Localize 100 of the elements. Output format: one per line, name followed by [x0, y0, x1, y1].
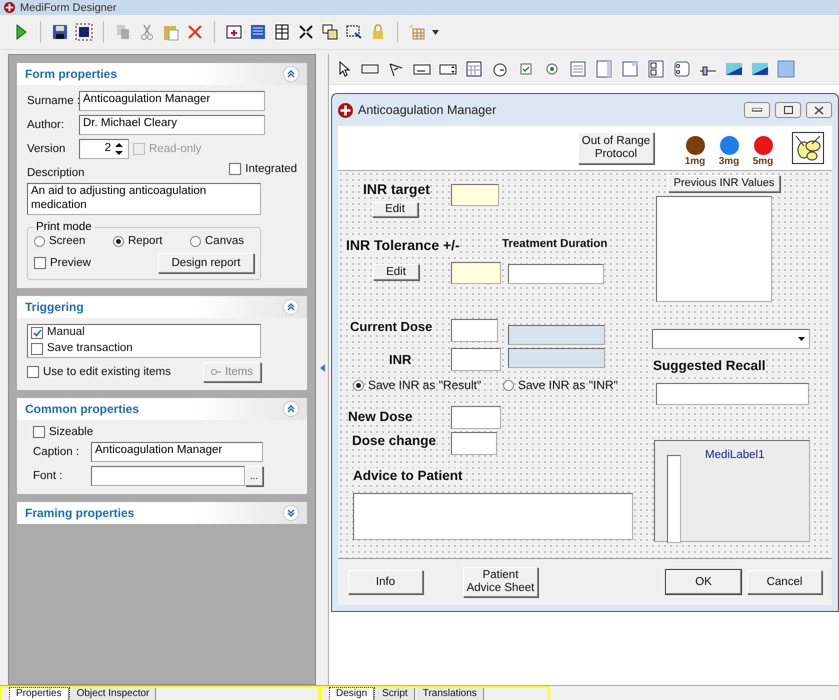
radio-button[interactable]: [353, 380, 364, 390]
windows-icon[interactable]: [321, 23, 339, 41]
table-icon[interactable]: [408, 23, 426, 41]
view-tab[interactable]: Translations: [416, 688, 484, 700]
dropdown-arrow-icon: [798, 337, 805, 341]
collapse-arrow-icon[interactable]: [320, 364, 325, 372]
dropdown-arrow-icon[interactable]: [432, 30, 439, 34]
inr-target-field[interactable]: [451, 184, 499, 206]
field-label: Version: [27, 143, 66, 155]
text-field[interactable]: [508, 348, 605, 368]
field-label: Suggested Recall: [653, 358, 766, 373]
version-spinner[interactable]: 2: [79, 139, 129, 159]
trigger-checkbox[interactable]: [31, 326, 43, 339]
checkbox-label: Integrated: [245, 163, 298, 175]
sizeable-checkbox[interactable]: [33, 426, 45, 438]
font-picker-button[interactable]: ...: [245, 466, 263, 486]
section-header[interactable]: Form properties: [17, 63, 308, 85]
memo-tool-icon[interactable]: [569, 60, 587, 78]
field-label: Caption :: [33, 446, 80, 458]
dialog-button[interactable]: Info: [348, 570, 423, 594]
list-icon[interactable]: [249, 23, 267, 41]
radio-label: Save INR as "Result": [368, 378, 482, 392]
edit-button[interactable]: Edit: [373, 264, 419, 280]
form-icon[interactable]: [225, 23, 243, 41]
minimize-icon: [752, 108, 762, 112]
field-label: Description: [27, 167, 85, 179]
collapse-icon[interactable]: [283, 401, 300, 417]
text-field[interactable]: [508, 325, 605, 345]
dialog-button[interactable]: Patient Advice Sheet: [463, 567, 538, 597]
close-icon: [814, 106, 824, 114]
panel-tab[interactable]: Properties: [10, 688, 69, 700]
surname-field[interactable]: Anticoagulation Manager: [79, 91, 265, 111]
minimize-button[interactable]: [744, 102, 770, 118]
suggested-recall-field[interactable]: [656, 383, 809, 405]
radio-button[interactable]: [34, 236, 45, 246]
section-header[interactable]: Triggering: [17, 296, 308, 318]
checkbox-label: Sizeable: [49, 426, 94, 438]
field-label: Treatment Duration: [502, 238, 608, 250]
arrow-icon: [210, 368, 221, 376]
design-report-button[interactable]: Design report: [158, 253, 254, 273]
current-dose-field[interactable]: [451, 319, 498, 342]
radio-button[interactable]: [112, 236, 124, 246]
radio-button[interactable]: [503, 380, 514, 390]
trigger-checkbox[interactable]: [31, 342, 43, 355]
field-label: Font :: [33, 470, 64, 482]
integrated-checkbox[interactable]: [229, 163, 242, 175]
collapse-icon[interactable]: [283, 66, 300, 82]
inr-field[interactable]: [451, 348, 501, 371]
form-title: Anticoagulation Manager: [358, 103, 498, 117]
collapse-icon[interactable]: [283, 299, 300, 315]
previous-inr-button[interactable]: Previous INR Values: [668, 175, 780, 192]
close-button[interactable]: [806, 102, 832, 118]
view-tab[interactable]: Design: [330, 688, 374, 700]
checkbox-label: Manual: [47, 326, 85, 340]
field-label: Current Dose: [350, 319, 432, 334]
author-field[interactable]: Dr. Michael Cleary: [79, 115, 265, 135]
section-header[interactable]: Common properties: [17, 398, 308, 420]
new-dose-field[interactable]: [451, 406, 501, 429]
panel-tool-icon[interactable]: [777, 60, 795, 78]
delete-icon[interactable]: [186, 23, 204, 41]
treatment-duration-field[interactable]: [508, 264, 604, 284]
combo-tool-icon[interactable]: [621, 60, 639, 78]
view-tab[interactable]: Script: [376, 688, 415, 700]
resize-icon[interactable]: [345, 23, 363, 41]
spin-arrows-icon[interactable]: [113, 141, 125, 157]
section-header[interactable]: Framing properties: [17, 502, 308, 524]
dialog-button[interactable]: Cancel: [747, 570, 822, 594]
edit-existing-checkbox[interactable]: [27, 366, 39, 378]
advice-field[interactable]: [353, 493, 633, 540]
dose-change-field[interactable]: [451, 432, 497, 455]
expand-icon[interactable]: [283, 505, 300, 521]
maximize-button[interactable]: [775, 102, 801, 118]
preview-checkbox[interactable]: [34, 257, 46, 269]
radio-list-tool-icon[interactable]: [673, 60, 691, 78]
checkbox-label: Use to edit existing items: [43, 366, 171, 378]
recall-dropdown[interactable]: [652, 329, 810, 349]
description-field[interactable]: An aid to adjusting anticoagulation medication: [27, 183, 261, 215]
inr-tolerance-field[interactable]: [451, 262, 501, 284]
font-field[interactable]: [91, 466, 245, 486]
save-all-icon[interactable]: [75, 23, 93, 41]
trigger-list[interactable]: Manual Save transaction: [27, 324, 261, 358]
caption-field[interactable]: Anticoagulation Manager: [91, 442, 263, 462]
field-label: INR: [389, 352, 412, 367]
flower-drawing: [792, 132, 824, 164]
dialog-button[interactable]: OK: [666, 570, 741, 594]
radio-button[interactable]: [190, 236, 201, 246]
panel-tab[interactable]: Object Inspector: [70, 688, 156, 700]
listbox-tool-icon[interactable]: [595, 60, 613, 78]
checkbox-label: Save transaction: [47, 342, 133, 356]
edit-button[interactable]: Edit: [372, 202, 418, 217]
grid-icon[interactable]: [273, 23, 291, 41]
image-tool-icon[interactable]: [725, 60, 743, 78]
calendar-icon[interactable]: [465, 60, 483, 78]
out-of-range-button[interactable]: Out of Range Protocol: [578, 132, 654, 164]
shrink-icon[interactable]: [297, 23, 315, 41]
checkbox-label: Read-only: [149, 143, 202, 155]
dose-label: 3mg: [718, 156, 740, 166]
save-icon[interactable]: [51, 23, 69, 41]
checklist-tool-icon[interactable]: [647, 60, 665, 78]
label-tool-icon[interactable]: [751, 60, 769, 78]
